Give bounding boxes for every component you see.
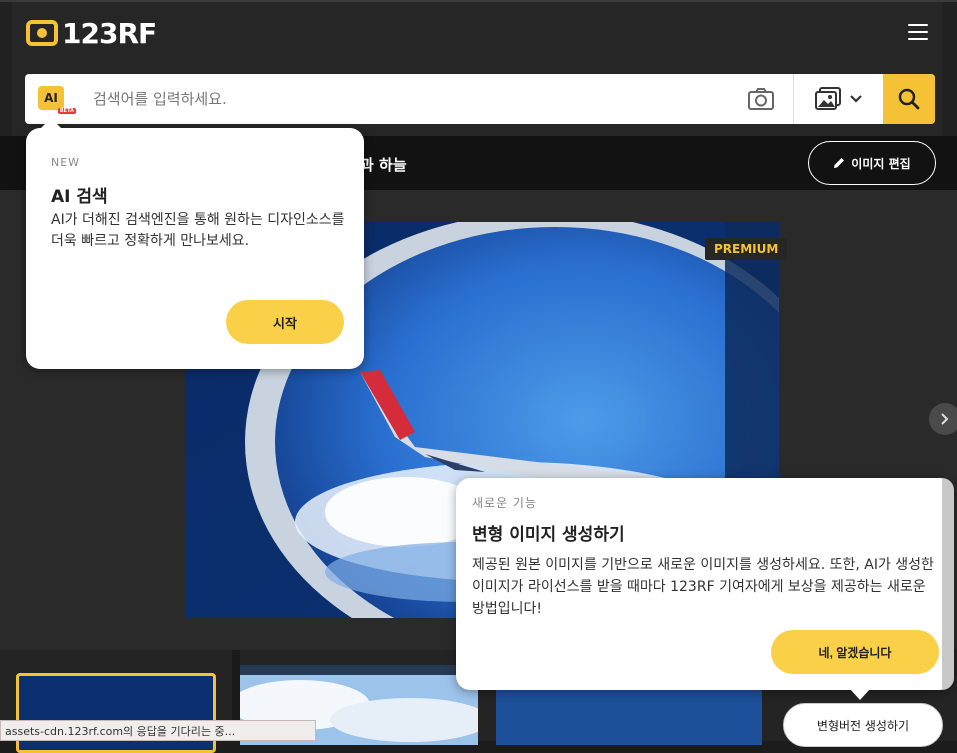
image-title-partial: 과 하늘 <box>360 156 407 174</box>
start-button[interactable]: 시작 <box>226 300 344 344</box>
camera-icon[interactable] <box>747 87 775 111</box>
chevron-right-icon <box>941 413 949 425</box>
thumbnail-item[interactable] <box>16 673 216 753</box>
got-it-button[interactable]: 네, 알겠습니다 <box>771 630 939 674</box>
browser-status-bar: assets-cdn.123rf.com의 응답을 기다리는 중... <box>0 720 316 741</box>
chevron-down-icon <box>850 95 862 103</box>
edit-image-button[interactable]: 이미지 편집 <box>808 141 936 185</box>
ai-badge-beta-tag: BETA <box>57 108 76 114</box>
premium-badge: PREMIUM <box>705 238 788 260</box>
tooltip-title: 변형 이미지 생성하기 <box>472 525 625 545</box>
variant-feature-tooltip: 새로운 기능 변형 이미지 생성하기 제공된 원본 이미지를 기반으로 새로운 … <box>456 478 954 700</box>
ai-search-tooltip: NEW AI 검색 AI가 더해진 검색엔진을 통해 원하는 디자인소스를 더욱… <box>26 118 364 369</box>
tooltip-description: 제공된 원본 이미지를 기반으로 새로운 이미지를 생성하세요. 또한, AI가… <box>472 557 934 617</box>
edit-image-label: 이미지 편집 <box>851 156 911 171</box>
next-image-button[interactable] <box>929 403 957 435</box>
tooltip-scrollbar[interactable] <box>942 478 954 690</box>
search-input[interactable] <box>91 82 731 116</box>
tooltip-new-tag: NEW <box>51 156 81 169</box>
ai-search-badge[interactable]: AI BETA <box>38 86 76 114</box>
site-logo[interactable]: 123RF <box>26 16 157 50</box>
pencil-icon <box>834 158 845 168</box>
search-separator <box>793 74 794 124</box>
image-type-dropdown[interactable] <box>815 86 867 112</box>
logo-text: 123RF <box>62 16 157 50</box>
tooltip-title: AI 검색 <box>51 187 108 207</box>
generate-variant-button[interactable]: 변형버전 생성하기 <box>783 703 943 747</box>
tooltip-new-feature-tag: 새로운 기능 <box>472 496 538 510</box>
search-bar: AI BETA <box>25 74 935 124</box>
ai-badge-label: AI <box>44 91 58 105</box>
logo-camera-icon <box>26 20 58 46</box>
hamburger-icon[interactable] <box>908 24 928 40</box>
search-button[interactable] <box>883 74 935 124</box>
tooltip-description: AI가 더해진 검색엔진을 통해 원하는 디자인소스를 더욱 빠르고 정확하게 … <box>51 212 345 249</box>
image-icon <box>815 87 841 110</box>
search-icon <box>898 88 920 110</box>
